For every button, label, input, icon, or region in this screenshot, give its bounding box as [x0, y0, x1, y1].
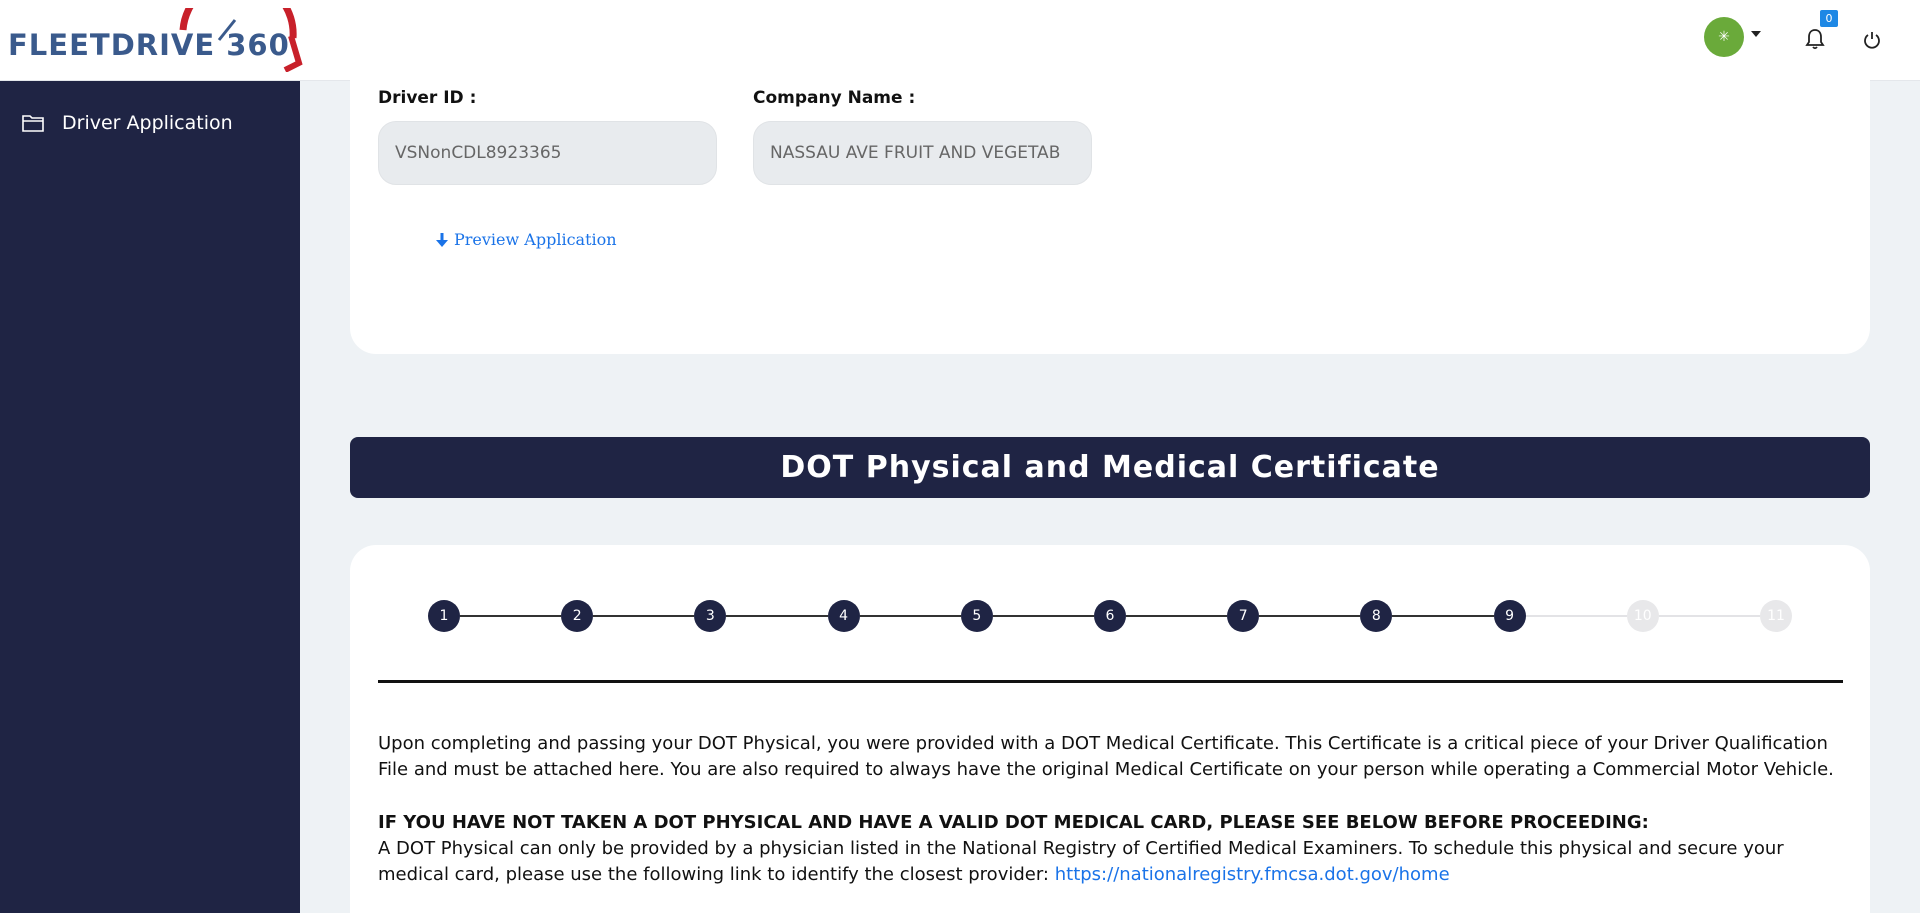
power-icon[interactable] — [1862, 30, 1882, 50]
national-registry-link[interactable]: https://nationalregistry.fmcsa.dot.gov/h… — [1055, 864, 1450, 885]
step-11[interactable]: 11 — [1760, 600, 1792, 632]
step-connector — [992, 615, 1094, 617]
medical-certificate-card: 1 2 3 4 5 6 7 8 9 10 11 Upon completing and passin… — [350, 545, 1870, 913]
warning-paragraph: IF YOU HAVE NOT TAKEN A DOT PHYSICAL AND… — [378, 810, 1843, 888]
step-connector — [726, 615, 828, 617]
step-connector — [859, 615, 961, 617]
step-7[interactable]: 7 — [1227, 600, 1260, 632]
fleetdrive-logo[interactable]: FLEETDRIVE 360 — [8, 8, 308, 78]
step-1[interactable]: 1 — [428, 600, 460, 632]
preview-application-label: Preview Application — [454, 230, 617, 249]
intro-paragraph: Upon completing and passing your DOT Phy… — [378, 733, 1834, 780]
arrow-down-icon — [436, 232, 448, 247]
driver-info-card: Driver ID : VSNonCDL8923365 Company Name… — [350, 70, 1870, 354]
preview-application-link[interactable]: Preview Application — [434, 230, 617, 249]
notification-badge: 0 — [1820, 10, 1838, 27]
step-connector — [1525, 615, 1627, 617]
step-10[interactable]: 10 — [1626, 600, 1659, 632]
step-connector — [593, 615, 695, 617]
step-connector — [1126, 615, 1228, 617]
step-2[interactable]: 2 — [561, 600, 594, 632]
user-avatar[interactable]: ✳ — [1704, 17, 1744, 57]
step-connector — [1392, 615, 1494, 617]
step-connector — [1259, 615, 1361, 617]
sidebar-item-label: Driver Application — [62, 112, 233, 134]
divider — [378, 680, 1843, 683]
driver-id-label: Driver ID : — [378, 88, 477, 108]
company-name-field[interactable]: NASSAU AVE FRUIT AND VEGETAB — [753, 121, 1092, 185]
step-6[interactable]: 6 — [1094, 600, 1126, 632]
bell-icon[interactable] — [1805, 28, 1825, 50]
step-5[interactable]: 5 — [960, 600, 993, 632]
step-4[interactable]: 4 — [827, 600, 860, 632]
company-name-label: Company Name : — [753, 88, 916, 108]
step-8[interactable]: 8 — [1360, 600, 1393, 632]
step-9[interactable]: 9 — [1493, 600, 1526, 632]
sidebar: Driver Application — [0, 81, 300, 913]
avatar-initial: ✳ — [1718, 29, 1730, 45]
step-connector — [1658, 615, 1760, 617]
driver-id-field[interactable]: VSNonCDL8923365 — [378, 121, 717, 185]
logo-text: FLEETDRIVE 360 — [8, 28, 290, 62]
step-connector — [460, 615, 562, 617]
section-title: DOT Physical and Medical Certificate — [350, 437, 1870, 498]
folder-icon — [22, 115, 44, 132]
sidebar-item-driver-application[interactable]: Driver Application — [0, 103, 300, 143]
progress-stepper: 1 2 3 4 5 6 7 8 9 10 11 — [428, 599, 1802, 633]
top-bar: FLEETDRIVE 360 ✳ 0 — [0, 0, 1920, 81]
step-3[interactable]: 3 — [694, 600, 727, 632]
warning-heading: IF YOU HAVE NOT TAKEN A DOT PHYSICAL AND… — [378, 812, 1649, 833]
chevron-down-icon[interactable] — [1751, 31, 1761, 37]
